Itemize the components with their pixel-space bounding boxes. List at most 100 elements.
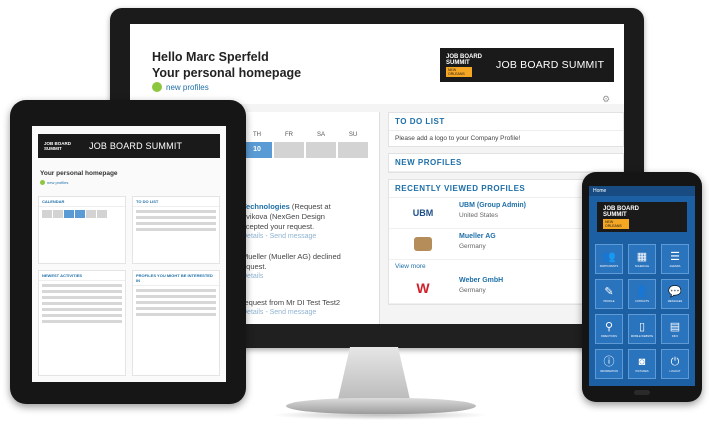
people-icon: 👥 <box>602 250 616 263</box>
phone-screen: Home JOB BOARD SUMMIT NEW ORLEANS 👥 Parti… <box>589 186 695 386</box>
greeting-title: Hello Marc Sperfeld <box>152 50 269 64</box>
calendar-date[interactable] <box>64 210 74 218</box>
power-icon: ⏻ <box>670 355 680 368</box>
phone-tile[interactable]: ▯ Mobile Website <box>628 314 656 344</box>
new-profiles-label: new profiles <box>47 180 69 185</box>
activity-line <box>42 302 122 305</box>
profile-line <box>136 313 216 316</box>
device-mockup-stage: Hello Marc Sperfeld Your personal homepa… <box>0 0 709 431</box>
todo-item[interactable]: Please add a logo to your Company Profil… <box>389 131 623 146</box>
activity-links[interactable]: Details - Send message <box>242 232 378 242</box>
contacts-icon: 👤 <box>635 285 649 298</box>
phone-home-button[interactable] <box>634 390 650 395</box>
activity-line <box>42 284 122 287</box>
tablet-profiles-panel: PROFILES YOU MIGHT BE INTERESTED IN <box>132 270 220 376</box>
activity-line <box>42 308 122 311</box>
phone-tile[interactable]: 👥 Participants <box>595 244 623 274</box>
phone-tile[interactable]: ◙ Pictures <box>628 349 656 379</box>
activity-text: Mueller (Mueller AG) declined <box>242 252 341 261</box>
new-profiles-link[interactable]: new profiles <box>152 82 209 92</box>
tile-label: Participants <box>599 264 619 268</box>
calendar-days: TH FR SA SU <box>242 132 368 138</box>
settings-icon[interactable]: ⚙ <box>602 94 610 105</box>
panel-header: NEWEST ACTIVITIES <box>39 271 125 281</box>
tile-label: Profile <box>603 299 615 303</box>
badge-icon <box>40 180 45 185</box>
phone-tile[interactable]: ⏻ Logout <box>661 349 689 379</box>
phone-tile[interactable]: ▦ Schedule <box>628 244 656 274</box>
tablet-screen: JOB BOARD SUMMIT JOB BOARD SUMMIT Your p… <box>32 126 226 382</box>
new-profiles-link[interactable]: new profiles <box>40 180 68 185</box>
new-profiles-section: NEW PROFILES <box>388 153 624 173</box>
calendar-dates: 10 <box>242 142 368 158</box>
profile-location: Germany <box>459 243 486 250</box>
calendar-date[interactable] <box>75 210 85 218</box>
activity-meta: (Request at <box>291 202 331 211</box>
tablet-banner[interactable]: JOB BOARD SUMMIT JOB BOARD SUMMIT <box>38 134 220 158</box>
profile-name[interactable]: Weber GmbH <box>459 277 503 284</box>
phone-tile[interactable]: ⓘ Information <box>595 349 623 379</box>
profile-line <box>136 307 216 310</box>
tablet-activities-panel: NEWEST ACTIVITIES <box>38 270 126 376</box>
summit-logo: JOB BOARD SUMMIT <box>44 141 72 151</box>
tablet-subtitle: Your personal homepage <box>40 170 118 177</box>
info-icon: ⓘ <box>603 355 615 368</box>
panel-header: TO DO LIST <box>133 197 219 207</box>
new-profiles-header: NEW PROFILES <box>389 154 623 172</box>
map-icon: ⚲ <box>604 320 614 333</box>
banner-title: JOB BOARD SUMMIT <box>496 59 605 71</box>
tile-label: Mobile Website <box>630 334 654 338</box>
calendar-date[interactable] <box>97 210 107 218</box>
calendar-date[interactable] <box>306 142 336 158</box>
summit-logo: JOB BOARD SUMMIT NEW ORLEANS <box>446 53 483 77</box>
phone-tile[interactable]: 👤 Contacts <box>628 279 656 309</box>
page-subtitle: Your personal homepage <box>152 66 302 80</box>
profile-name[interactable]: UBM (Group Admin) <box>459 202 526 209</box>
phone-tile[interactable]: 💬 Messages <box>661 279 689 309</box>
activity-links[interactable]: Details - Send message <box>242 308 378 318</box>
activity-item: request from Mr DI Test Test2 Details - … <box>242 298 378 318</box>
chat-icon: 💬 <box>668 285 682 298</box>
todo-section: TO DO LIST Please add a logo to your Com… <box>388 112 624 147</box>
calendar-date[interactable] <box>274 142 304 158</box>
todo-line <box>136 216 216 219</box>
activity-item: Mueller (Mueller AG) declined equest. De… <box>242 252 378 282</box>
activity-line <box>42 320 122 323</box>
tile-label: Schedule <box>634 264 650 268</box>
profile-location: United States <box>459 212 499 219</box>
tile-label: Messages <box>667 299 683 303</box>
calendar-date[interactable] <box>86 210 96 218</box>
phone-top-bar: Home <box>589 186 695 196</box>
todo-line <box>136 228 216 231</box>
list-icon: ☰ <box>670 250 680 263</box>
tile-label: Agenda <box>669 264 681 268</box>
profile-name[interactable]: Mueller AG <box>459 233 496 240</box>
event-banner[interactable]: JOB BOARD SUMMIT NEW ORLEANS JOB BOARD S… <box>440 48 614 82</box>
phone-banner[interactable]: JOB BOARD SUMMIT NEW ORLEANS <box>597 202 687 232</box>
calendar-icon: ▦ <box>636 250 648 263</box>
monitor-stand-neck <box>337 347 411 403</box>
tablet-todo-panel: TO DO LIST <box>132 196 220 264</box>
activity-company[interactable]: Technologies <box>242 202 290 211</box>
panel-header: CALENDAR <box>39 197 125 207</box>
calendar-date[interactable] <box>53 210 63 218</box>
phone-tile[interactable]: ☰ Agenda <box>661 244 689 274</box>
phone-menu-grid: 👥 Participants ▦ Schedule ☰ Agenda ✎ Profile 👤 Co… <box>595 244 689 379</box>
tile-label: Contacts <box>634 299 650 303</box>
day-label: SA <box>316 132 325 138</box>
calendar-date-today[interactable]: 10 <box>242 142 272 158</box>
phone-tile[interactable]: ▤ Info <box>661 314 689 344</box>
calendar-date[interactable] <box>338 142 368 158</box>
calendar-date[interactable] <box>42 210 52 218</box>
phone-device: Home JOB BOARD SUMMIT NEW ORLEANS 👥 Parti… <box>582 172 702 402</box>
phone-tile[interactable]: ⚲ Directions <box>595 314 623 344</box>
banner-title: JOB BOARD SUMMIT <box>89 141 183 151</box>
tile-label: Logout <box>669 369 681 373</box>
activity-item: Technologies (Request at ovikova (NexGen… <box>242 202 378 242</box>
tile-label: Directions <box>601 334 617 338</box>
day-label: SU <box>348 132 358 138</box>
activity-links[interactable]: Details <box>242 272 378 282</box>
monitor-stand-base <box>286 398 476 414</box>
grid-icon: ▤ <box>669 320 681 333</box>
phone-tile[interactable]: ✎ Profile <box>595 279 623 309</box>
